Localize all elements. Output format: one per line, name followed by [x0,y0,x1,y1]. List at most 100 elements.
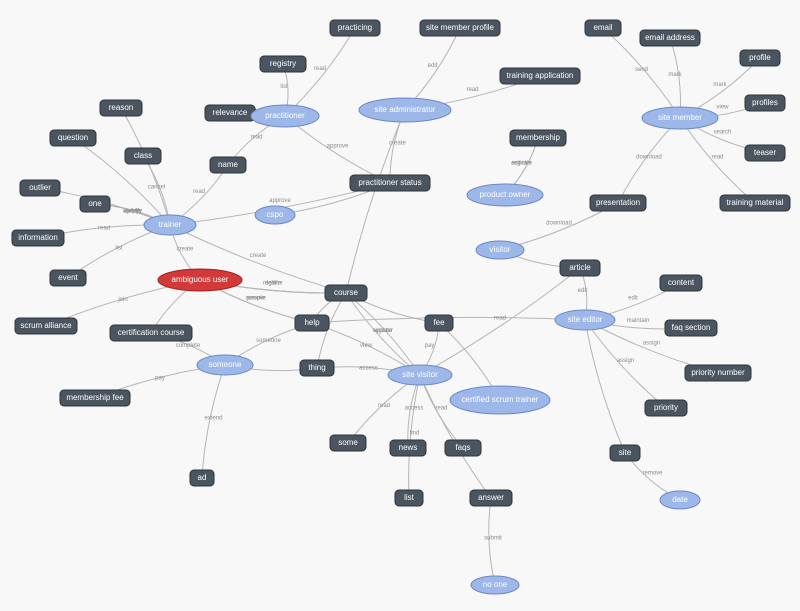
node-shape[interactable] [50,130,96,146]
node-shape[interactable] [471,576,519,594]
node-shape[interactable] [15,318,77,334]
node-shape[interactable] [205,105,255,121]
graph-node-answer[interactable]: answer [470,490,512,506]
graph-node-class[interactable]: class [125,148,161,164]
node-shape[interactable] [555,310,615,330]
graph-node-news[interactable]: news [390,440,426,456]
graph-node-email[interactable]: email [585,20,621,36]
graph-node-training_material[interactable]: training material [720,195,790,211]
graph-node-registry[interactable]: registry [260,56,306,72]
node-shape[interactable] [420,20,500,36]
node-shape[interactable] [745,95,785,111]
graph-node-course[interactable]: course [325,285,367,301]
node-shape[interactable] [450,386,550,414]
node-shape[interactable] [295,315,329,331]
graph-node-someone[interactable]: someone [197,355,253,375]
node-shape[interactable] [470,490,512,506]
node-shape[interactable] [645,400,687,416]
node-shape[interactable] [640,30,700,46]
graph-node-help[interactable]: help [295,315,329,331]
node-shape[interactable] [251,105,319,127]
node-shape[interactable] [359,98,451,122]
graph-node-practitioner[interactable]: practitioner [251,105,319,127]
node-shape[interactable] [300,360,334,376]
node-shape[interactable] [660,491,700,509]
graph-node-reason[interactable]: reason [100,100,142,116]
node-shape[interactable] [100,100,142,116]
graph-node-question[interactable]: question [50,130,96,146]
node-shape[interactable] [390,440,426,456]
graph-node-training_application[interactable]: training application [500,68,580,84]
node-shape[interactable] [110,325,192,341]
node-shape[interactable] [350,175,430,191]
node-shape[interactable] [197,355,253,375]
graph-node-site[interactable]: site [610,445,640,461]
graph-node-ambiguous_user[interactable]: ambiguous user [158,269,242,291]
graph-node-certification_course[interactable]: certification course [110,325,192,341]
graph-node-practicing[interactable]: practicing [330,20,380,36]
node-shape[interactable] [12,230,64,246]
graph-node-priority[interactable]: priority [645,400,687,416]
node-shape[interactable] [388,365,452,385]
graph-node-scrum_alliance[interactable]: scrum alliance [15,318,77,334]
node-shape[interactable] [585,20,621,36]
graph-node-cspo[interactable]: cspo [255,206,295,224]
node-shape[interactable] [50,270,86,286]
node-shape[interactable] [642,107,718,129]
node-shape[interactable] [610,445,640,461]
graph-node-practitioner_status[interactable]: practitioner status [350,175,430,191]
node-shape[interactable] [190,470,214,486]
graph-node-thing[interactable]: thing [300,360,334,376]
graph-node-outlier[interactable]: outlier [20,180,60,196]
node-shape[interactable] [330,20,380,36]
node-shape[interactable] [467,184,543,206]
node-shape[interactable] [125,148,161,164]
node-shape[interactable] [560,260,600,276]
graph-node-product_owner[interactable]: product owner [467,184,543,206]
node-shape[interactable] [210,157,246,173]
graph-node-email_address[interactable]: email address [640,30,700,46]
graph-node-some[interactable]: some [330,435,366,451]
node-shape[interactable] [660,275,702,291]
graph-node-ad[interactable]: ad [190,470,214,486]
graph-node-priority_number[interactable]: priority number [685,365,751,381]
graph-node-presentation[interactable]: presentation [590,195,646,211]
graph-node-membership_fee[interactable]: membership fee [60,390,130,406]
node-shape[interactable] [590,195,646,211]
node-shape[interactable] [425,315,453,331]
graph-node-article[interactable]: article [560,260,600,276]
node-shape[interactable] [144,215,196,235]
node-shape[interactable] [745,145,785,161]
graph-node-content[interactable]: content [660,275,702,291]
node-shape[interactable] [510,130,566,146]
graph-node-site_member[interactable]: site member [642,107,718,129]
graph-node-relevance[interactable]: relevance [205,105,255,121]
node-shape[interactable] [685,365,751,381]
graph-node-date[interactable]: date [660,491,700,509]
graph-node-site_editor[interactable]: site editor [555,310,615,330]
node-shape[interactable] [325,285,367,301]
graph-node-name[interactable]: name [210,157,246,173]
graph-node-profiles[interactable]: profiles [745,95,785,111]
graph-node-fee[interactable]: fee [425,315,453,331]
graph-node-faqs[interactable]: faqs [445,440,481,456]
graph-node-information[interactable]: information [12,230,64,246]
graph-node-teaser[interactable]: teaser [745,145,785,161]
graph-node-site_visitor[interactable]: site visitor [388,365,452,385]
node-shape[interactable] [330,435,366,451]
node-shape[interactable] [20,180,60,196]
graph-node-one[interactable]: one [80,196,110,212]
node-shape[interactable] [476,241,524,259]
node-shape[interactable] [720,195,790,211]
graph-node-faq_section[interactable]: faq section [665,320,717,336]
node-shape[interactable] [60,390,130,406]
graph-node-list[interactable]: list [395,490,423,506]
node-shape[interactable] [740,50,780,66]
node-shape[interactable] [445,440,481,456]
graph-node-trainer[interactable]: trainer [144,215,196,235]
graph-node-site_administrator[interactable]: site administrator [359,98,451,122]
node-shape[interactable] [80,196,110,212]
graph-node-profile[interactable]: profile [740,50,780,66]
graph-node-event[interactable]: event [50,270,86,286]
node-shape[interactable] [255,206,295,224]
